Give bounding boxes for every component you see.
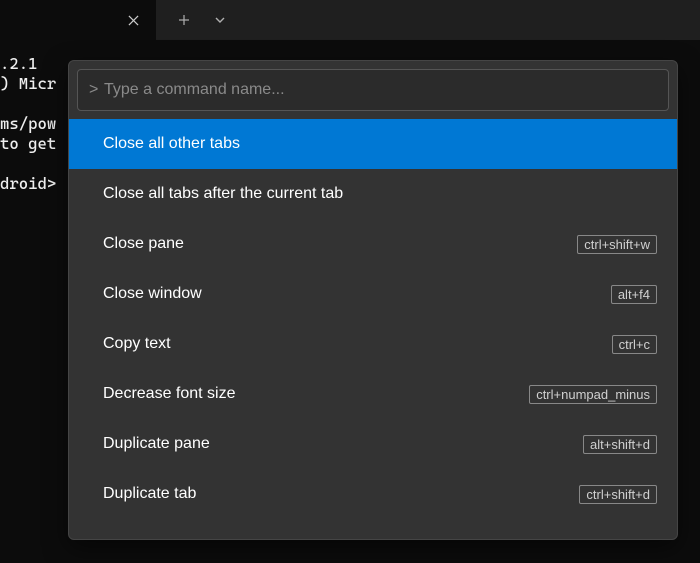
command-label: Close pane xyxy=(103,235,184,253)
command-item-decrease-font[interactable]: Decrease font size ctrl+numpad_minus xyxy=(69,369,677,419)
command-shortcut: alt+f4 xyxy=(611,285,657,304)
command-label: Duplicate pane xyxy=(103,435,210,453)
command-search-input[interactable] xyxy=(77,69,669,111)
command-item-close-tabs-after[interactable]: Close all tabs after the current tab xyxy=(69,169,677,219)
command-item-close-window[interactable]: Close window alt+f4 xyxy=(69,269,677,319)
tab[interactable] xyxy=(0,0,156,40)
command-item-duplicate-pane[interactable]: Duplicate pane alt+shift+d xyxy=(69,419,677,469)
command-label: Copy text xyxy=(103,335,171,353)
command-label: Close all other tabs xyxy=(103,135,240,153)
command-shortcut: ctrl+c xyxy=(612,335,657,354)
command-palette: > Close all other tabs Close all tabs af… xyxy=(68,60,678,540)
command-label: Close all tabs after the current tab xyxy=(103,185,343,203)
command-shortcut: ctrl+numpad_minus xyxy=(529,385,657,404)
new-tab-button[interactable] xyxy=(166,0,202,40)
terminal-line: to get xyxy=(0,134,56,153)
terminal-line: droid> xyxy=(0,174,56,193)
tab-dropdown-button[interactable] xyxy=(202,0,238,40)
command-list: Close all other tabs Close all tabs afte… xyxy=(77,119,669,519)
command-item-close-pane[interactable]: Close pane ctrl+shift+w xyxy=(69,219,677,269)
terminal-line: ) Micr xyxy=(0,74,56,93)
terminal-line: .2.1 xyxy=(0,54,38,73)
search-wrap: > xyxy=(77,69,669,111)
command-item-duplicate-tab[interactable]: Duplicate tab ctrl+shift+d xyxy=(69,469,677,519)
command-item-close-other-tabs[interactable]: Close all other tabs xyxy=(69,119,677,169)
command-shortcut: alt+shift+d xyxy=(583,435,657,454)
command-label: Duplicate tab xyxy=(103,485,196,503)
command-label: Decrease font size xyxy=(103,385,236,403)
command-item-copy-text[interactable]: Copy text ctrl+c xyxy=(69,319,677,369)
chevron-down-icon xyxy=(214,14,226,26)
command-label: Close window xyxy=(103,285,202,303)
plus-icon xyxy=(178,14,190,26)
titlebar xyxy=(0,0,700,40)
command-shortcut: ctrl+shift+d xyxy=(579,485,657,504)
terminal-line: ms/pow xyxy=(0,114,56,133)
command-shortcut: ctrl+shift+w xyxy=(577,235,657,254)
titlebar-actions xyxy=(156,0,238,40)
close-icon[interactable] xyxy=(118,8,148,32)
